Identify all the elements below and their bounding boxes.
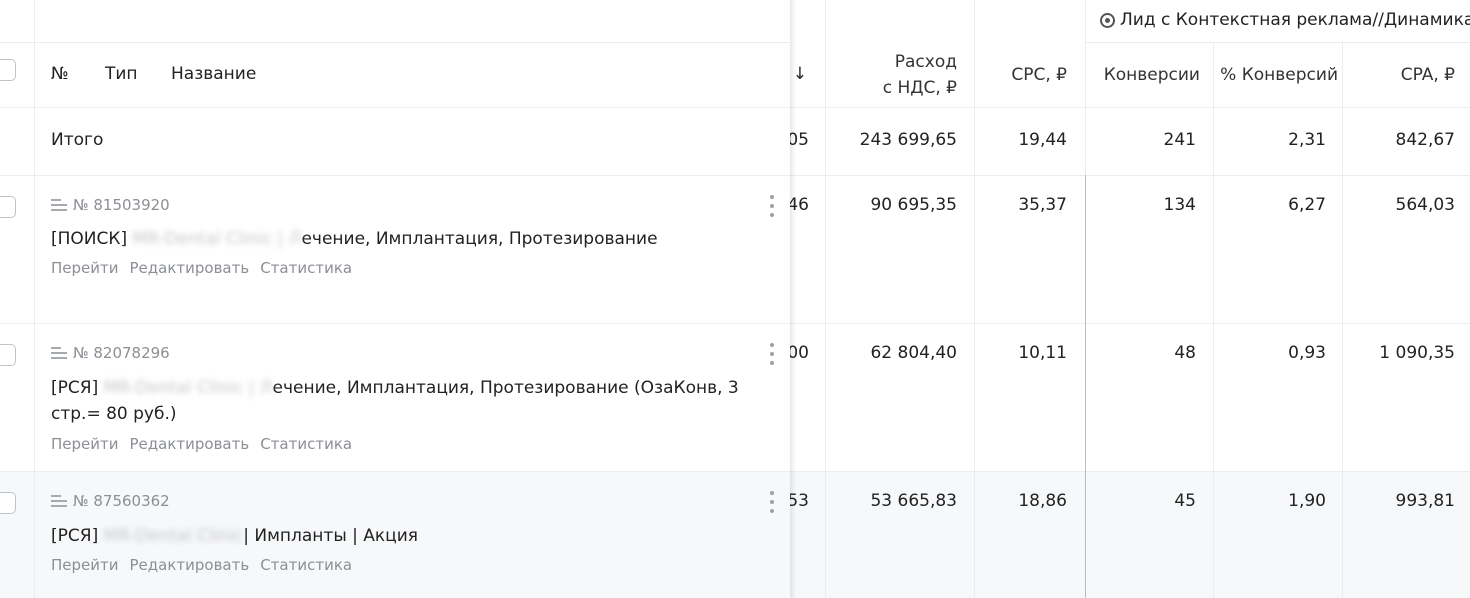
- blurred-client-name: MR-Dental Clinic | Л: [132, 229, 302, 249]
- row-cpc: 18,86: [1018, 491, 1067, 511]
- select-all-checkbox[interactable]: [0, 59, 16, 81]
- grid-line: [0, 471, 790, 472]
- grid-line: [1342, 42, 1343, 598]
- total-conversions: 241: [1163, 130, 1196, 150]
- row-expense: 62 804,40: [870, 343, 957, 363]
- go-link[interactable]: Перейти: [51, 435, 119, 453]
- blurred-client-name: MR-Dental Clinic | Л: [103, 378, 273, 398]
- campaign-type-icon: [51, 199, 67, 211]
- campaign-id: № 81503920: [51, 196, 170, 214]
- row-checkbox[interactable]: [0, 492, 16, 514]
- row-conversions: 48: [1174, 343, 1196, 363]
- row-links: Перейти Редактировать Статистика: [51, 259, 352, 277]
- row-cpa: 1 090,35: [1379, 343, 1455, 363]
- row-cpc: 10,11: [1018, 343, 1067, 363]
- campaign-id-text: № 82078296: [73, 344, 170, 362]
- column-header-name[interactable]: Название: [171, 64, 256, 84]
- campaign-id: № 87560362: [51, 492, 170, 510]
- edit-link[interactable]: Редактировать: [130, 435, 250, 453]
- campaign-name-rest: ечение, Имплантация, Протезирование: [301, 229, 658, 249]
- row-cpa: 993,81: [1395, 491, 1455, 511]
- campaign-name-prefix: [РСЯ]: [51, 378, 104, 398]
- campaign-name-panel: № Тип Название Итого № 81503920 [ПОИСК] …: [0, 0, 790, 598]
- campaign-name-prefix: [ПОИСК]: [51, 229, 133, 249]
- goal-group-divider: [1085, 175, 1086, 598]
- edit-link[interactable]: Редактировать: [130, 259, 250, 277]
- grid-line: [34, 0, 35, 598]
- campaign-name-rest: | Импланты | Акция: [243, 526, 419, 546]
- row-conv-rate: 1,90: [1288, 491, 1326, 511]
- stats-link[interactable]: Статистика: [260, 556, 352, 574]
- campaign-type-icon: [51, 495, 67, 507]
- goal-header-label: Лид с Контекстная реклама//Динамика: [1120, 10, 1470, 30]
- row-links: Перейти Редактировать Статистика: [51, 556, 352, 574]
- grid-line: [974, 0, 975, 598]
- sticky-shadow: [790, 0, 796, 598]
- row-checkbox[interactable]: [0, 344, 16, 366]
- total-cpa: 842,67: [1395, 130, 1455, 150]
- total-conv-rate: 2,31: [1288, 130, 1326, 150]
- row-checkbox[interactable]: [0, 196, 16, 218]
- more-actions-icon[interactable]: [768, 491, 776, 513]
- goal-header[interactable]: Лид с Контекстная реклама//Динамика: [1100, 10, 1470, 30]
- column-header-conversions[interactable]: Конверсии: [1086, 62, 1200, 88]
- campaign-type-icon: [51, 347, 67, 359]
- grid-line: [1213, 42, 1214, 598]
- campaign-name: [РСЯ] MR-Dental Clinic | Лечение, Имплан…: [51, 375, 751, 427]
- more-actions-icon[interactable]: [768, 195, 776, 217]
- column-header-expense[interactable]: Расход с НДС, ₽: [826, 49, 957, 101]
- grid-line: [0, 323, 790, 324]
- grid-line: [0, 175, 790, 176]
- campaign-id-text: № 87560362: [73, 492, 170, 510]
- row-cpa: 564,03: [1395, 195, 1455, 215]
- stats-link[interactable]: Статистика: [260, 435, 352, 453]
- row-conv-rate: 0,93: [1288, 343, 1326, 363]
- row-links: Перейти Редактировать Статистика: [51, 435, 352, 453]
- expense-header-line1: Расход: [894, 52, 957, 72]
- column-header-cpc[interactable]: CPC, ₽: [975, 62, 1067, 88]
- row-expense: 90 695,35: [870, 195, 957, 215]
- row-conv-rate: 6,27: [1288, 195, 1326, 215]
- total-label: Итого: [51, 130, 104, 150]
- go-link[interactable]: Перейти: [51, 556, 119, 574]
- row-conversions: 45: [1174, 491, 1196, 511]
- row-conversions: 134: [1163, 195, 1196, 215]
- grid-line: [0, 107, 790, 108]
- campaign-name-prefix: [РСЯ]: [51, 526, 104, 546]
- grid-line: [1085, 42, 1470, 43]
- column-header-number[interactable]: №: [51, 64, 69, 84]
- expense-header-line2: с НДС, ₽: [882, 78, 957, 98]
- total-cpc: 19,44: [1018, 130, 1067, 150]
- grid-line: [0, 42, 790, 43]
- column-header-cpa[interactable]: CPA, ₽: [1343, 62, 1455, 88]
- more-actions-icon[interactable]: [768, 343, 776, 365]
- row-expense: 53 665,83: [870, 491, 957, 511]
- edit-link[interactable]: Редактировать: [130, 556, 250, 574]
- go-link[interactable]: Перейти: [51, 259, 119, 277]
- campaign-name: [РСЯ] MR-Dental Clinic | Импланты | Акци…: [51, 523, 751, 549]
- stats-link[interactable]: Статистика: [260, 259, 352, 277]
- blurred-client-name: MR-Dental Clinic: [103, 526, 244, 546]
- campaign-id: № 82078296: [51, 344, 170, 362]
- target-icon: [1100, 12, 1115, 28]
- row-cpc: 35,37: [1018, 195, 1067, 215]
- campaign-id-text: № 81503920: [73, 196, 170, 214]
- total-expense: 243 699,65: [859, 130, 957, 150]
- column-header-conv-rate[interactable]: % Конверсий: [1214, 62, 1338, 88]
- column-header-type[interactable]: Тип: [105, 64, 138, 84]
- campaign-name: [ПОИСК] MR-Dental Clinic | Лечение, Импл…: [51, 226, 751, 252]
